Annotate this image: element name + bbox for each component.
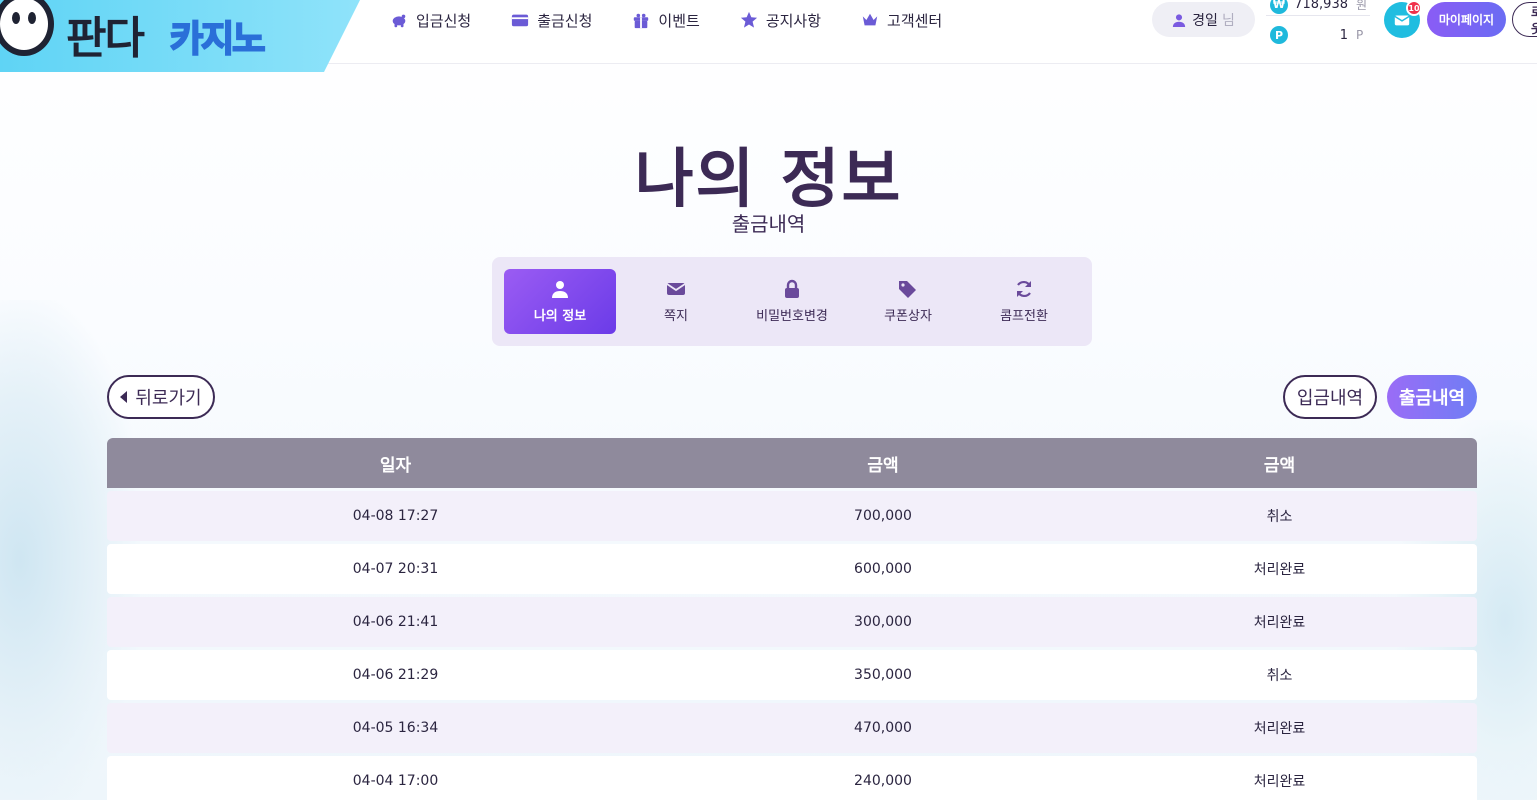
cash-balance-unit: 원 — [1356, 0, 1368, 12]
tab-messages[interactable]: 쪽지 — [620, 269, 732, 334]
cell-status: 처리완료 — [1253, 615, 1306, 631]
cell-status: 처리완료 — [1253, 774, 1306, 790]
tab-comp-conversion[interactable]: 콤프전환 — [968, 269, 1080, 334]
cell-amount: 700,000 — [854, 508, 912, 524]
user-icon — [1173, 13, 1186, 27]
nav-label: 입금신청 — [416, 11, 472, 30]
nav-label: 이벤트 — [658, 11, 700, 30]
site-logo[interactable]: 판다 카지노 — [0, 0, 360, 72]
logo-text-main: 판다 — [66, 13, 145, 64]
header-status: 금액 — [1263, 455, 1296, 476]
cell-date: 04-06 21:29 — [352, 667, 439, 683]
point-balance-row: P 1 P — [1266, 24, 1370, 46]
table-row: 04-05 16:34 470,000 처리완료 — [107, 703, 1477, 753]
table-row: 04-07 20:31 600,000 처리완료 — [107, 544, 1477, 594]
withdraw-history-button[interactable]: 출금내역 — [1387, 375, 1477, 419]
account-tabs: 나의 정보 쪽지 비밀번호변경 쿠폰상자 콤프전환 — [492, 257, 1092, 346]
user-name: 경일 — [1192, 12, 1218, 29]
nav-customer-center[interactable]: 고객센터 — [861, 8, 942, 32]
cell-date: 04-08 17:27 — [352, 508, 439, 524]
credit-card-icon — [512, 14, 529, 27]
back-label: 뒤로가기 — [135, 388, 202, 409]
gift-icon — [634, 13, 649, 29]
lock-icon — [785, 279, 799, 298]
tab-label: 쪽지 — [664, 309, 688, 324]
back-button[interactable]: 뒤로가기 — [107, 375, 215, 419]
panda-logo-icon — [0, 0, 54, 56]
tab-label: 비밀번호변경 — [756, 309, 828, 324]
cell-amount: 470,000 — [854, 720, 912, 736]
cell-amount: 240,000 — [854, 773, 912, 789]
deposit-history-button[interactable]: 입금내역 — [1283, 375, 1377, 419]
tab-label: 나의 정보 — [533, 309, 587, 324]
balance-panel: ₩ 718,938 원 P 1 P — [1266, 0, 1370, 48]
table-row: 04-04 17:00 240,000 처리완료 — [107, 756, 1477, 800]
table-row: 04-06 21:41 300,000 처리완료 — [107, 597, 1477, 647]
messages-button[interactable]: 10 — [1384, 0, 1422, 38]
cash-balance-row: ₩ 718,938 원 — [1266, 0, 1370, 16]
table-header: 일자 금액 금액 — [107, 438, 1477, 488]
cell-status: 처리완료 — [1253, 562, 1306, 578]
cell-amount: 350,000 — [854, 667, 912, 683]
cell-date: 04-04 17:00 — [352, 773, 439, 789]
page-subtitle: 출금내역 — [731, 212, 806, 236]
mypage-button[interactable]: 마이페이지 — [1427, 2, 1506, 37]
piggy-bank-icon — [392, 14, 406, 28]
main-nav: 입금신청 출금신청 이벤트 공지사항 고객센터 — [390, 8, 982, 32]
tab-my-info[interactable]: 나의 정보 — [504, 269, 616, 334]
header-amount: 금액 — [867, 455, 899, 476]
cash-balance-value: 718,938 — [1294, 0, 1348, 12]
crown-icon — [862, 13, 878, 26]
header-date: 일자 — [379, 455, 412, 476]
user-chip[interactable]: 경일 님 — [1152, 2, 1255, 37]
logout-button[interactable]: 로그아웃 — [1512, 2, 1537, 37]
logo-text-sub: 카지노 — [169, 18, 266, 61]
page-title: 나의 정보 — [634, 143, 903, 217]
won-coin-icon: ₩ — [1270, 0, 1288, 14]
tab-label: 콤프전환 — [1000, 309, 1048, 324]
user-suffix: 님 — [1221, 12, 1235, 29]
point-coin-icon: P — [1270, 26, 1288, 44]
tab-coupon-box[interactable]: 쿠폰상자 — [852, 269, 964, 334]
nav-withdraw-request[interactable]: 출금신청 — [511, 8, 592, 32]
nav-label: 고객센터 — [887, 11, 943, 30]
refresh-icon — [1017, 280, 1031, 298]
cell-status: 처리완료 — [1253, 721, 1306, 737]
nav-events[interactable]: 이벤트 — [632, 8, 700, 32]
cell-status: 취소 — [1266, 509, 1293, 525]
nav-label: 공지사항 — [765, 11, 822, 30]
table-row: 04-06 21:29 350,000 취소 — [107, 650, 1477, 700]
site-header: 판다 카지노 입금신청 출금신청 이벤트 공지사항 고객센터 경일 님 ₩ 71… — [0, 0, 1537, 72]
cell-status: 취소 — [1266, 668, 1293, 684]
nav-label: 출금신청 — [537, 11, 593, 30]
withdraw-history-table: 일자 금액 금액 04-08 17:27 700,000 취소 04-07 20… — [107, 438, 1477, 800]
cell-date: 04-07 20:31 — [352, 561, 439, 577]
tab-password-change[interactable]: 비밀번호변경 — [736, 269, 848, 334]
point-balance-unit: P — [1356, 28, 1364, 42]
point-balance-value: 1 — [1339, 27, 1348, 43]
message-count-badge: 10 — [1406, 0, 1422, 16]
cell-amount: 600,000 — [854, 561, 912, 577]
cell-amount: 300,000 — [854, 614, 912, 630]
user-icon — [552, 281, 568, 298]
tags-icon — [899, 281, 916, 298]
table-row: 04-08 17:27 700,000 취소 — [107, 491, 1477, 541]
cell-date: 04-05 16:34 — [352, 720, 439, 736]
cell-date: 04-06 21:41 — [352, 614, 439, 630]
tab-label: 쿠폰상자 — [884, 309, 932, 324]
star-icon — [740, 11, 757, 28]
nav-deposit-request[interactable]: 입금신청 — [390, 8, 471, 32]
nav-notices[interactable]: 공지사항 — [740, 8, 821, 32]
envelope-icon — [666, 283, 686, 295]
caret-left-icon — [120, 391, 128, 403]
